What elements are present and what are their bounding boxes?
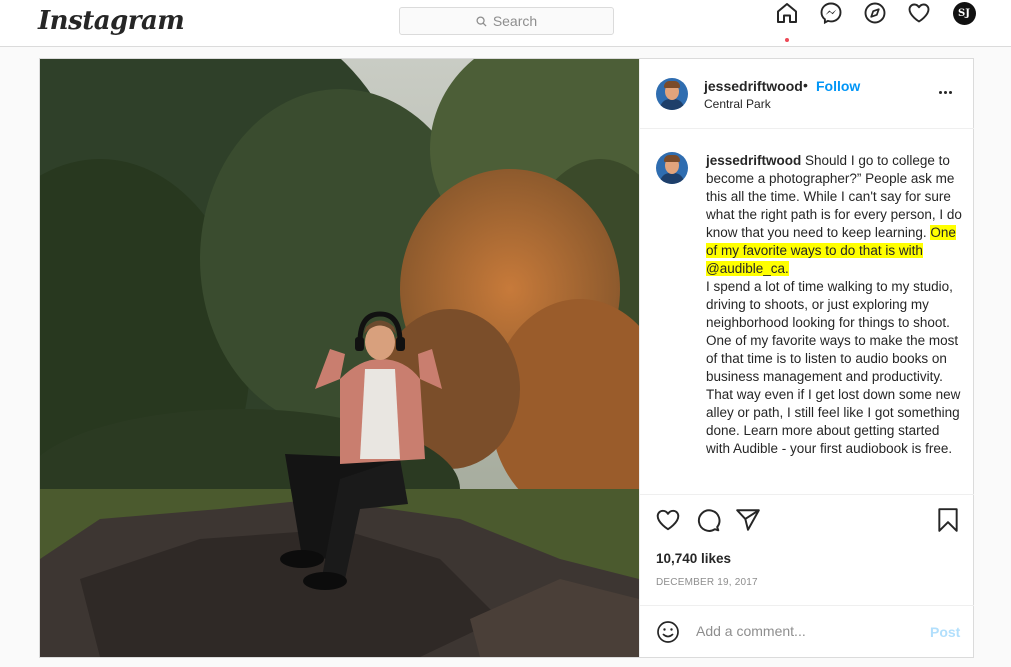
- post-caption: jessedriftwood Should I go to college to…: [706, 152, 962, 458]
- profile-avatar-button[interactable]: SJ: [951, 0, 977, 26]
- caption-author-avatar[interactable]: [656, 152, 688, 184]
- instagram-logo[interactable]: Instagram: [38, 6, 185, 36]
- caption-text-part2: I spend a lot of time walking to my stud…: [706, 279, 961, 456]
- post-date[interactable]: DECEMBER 19, 2017: [656, 577, 758, 588]
- home-icon[interactable]: [774, 0, 800, 26]
- post-card: jessedriftwood • Follow Central Park jes…: [39, 58, 974, 658]
- messenger-icon[interactable]: [818, 0, 844, 26]
- post-comment-button[interactable]: Post: [930, 624, 960, 640]
- search-input[interactable]: Search: [399, 7, 614, 35]
- comments-area[interactable]: jessedriftwood Should I go to college to…: [640, 130, 974, 495]
- author-username[interactable]: jessedriftwood: [704, 78, 803, 94]
- add-comment-input[interactable]: [696, 620, 916, 642]
- post-photo-image: [40, 59, 639, 657]
- like-heart-icon[interactable]: [655, 507, 681, 533]
- comment-bubble-icon[interactable]: [695, 507, 721, 533]
- post-sidebar: jessedriftwood • Follow Central Park jes…: [639, 59, 974, 657]
- search-placeholder: Search: [492, 13, 538, 29]
- post-header: jessedriftwood • Follow Central Park: [640, 59, 974, 129]
- more-options-icon[interactable]: [936, 83, 954, 101]
- save-bookmark-icon[interactable]: [935, 507, 961, 533]
- top-nav: Instagram Search SJ: [0, 0, 1011, 47]
- share-send-icon[interactable]: [735, 507, 761, 533]
- post-photo[interactable]: [40, 59, 639, 657]
- likes-count[interactable]: 10,740 likes: [656, 551, 731, 566]
- caption-username[interactable]: jessedriftwood: [706, 153, 801, 168]
- author-avatar[interactable]: [656, 78, 688, 110]
- activity-heart-icon[interactable]: [906, 0, 932, 26]
- emoji-icon[interactable]: [656, 620, 680, 644]
- follow-button[interactable]: Follow: [816, 78, 860, 94]
- comment-bar: Post: [640, 605, 974, 657]
- post-location[interactable]: Central Park: [704, 97, 771, 111]
- separator-dot: •: [803, 77, 808, 93]
- explore-icon[interactable]: [862, 0, 888, 26]
- search-icon: [476, 15, 487, 27]
- post-actions: [640, 497, 974, 541]
- home-notification-dot: [785, 38, 789, 42]
- profile-avatar: SJ: [952, 1, 976, 25]
